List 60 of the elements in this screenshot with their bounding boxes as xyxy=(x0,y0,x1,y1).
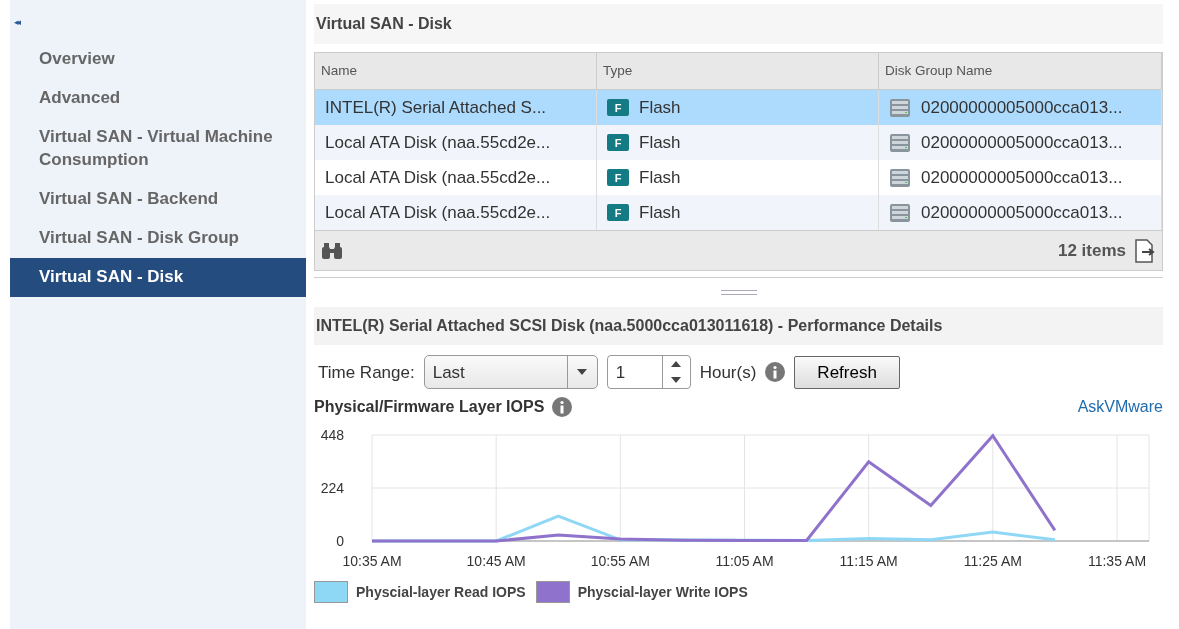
disk-group-icon xyxy=(889,202,911,223)
x-tick-label: 10:55 AM xyxy=(590,553,650,570)
up-arrow-icon[interactable] xyxy=(671,361,682,368)
y-tick-label: 448 xyxy=(320,427,344,444)
chart-title: Physical/Firmware Layer IOPS xyxy=(314,397,545,418)
x-tick-label: 11:05 AM xyxy=(715,553,774,570)
info-icon[interactable] xyxy=(765,362,786,383)
table-cell-text: 02000000005000cca013... xyxy=(921,202,1123,224)
sidebar-item[interactable]: Advanced xyxy=(10,78,306,118)
x-tick-label: 10:35 AM xyxy=(342,553,402,570)
table-row[interactable]: INTEL(R) Serial Attached S... F Flash 02000000005000cca013... xyxy=(315,90,1162,126)
legend-label: Physcial-layer Write IOPS xyxy=(577,582,748,602)
flash-icon: F xyxy=(607,169,629,187)
splitter-handle[interactable] xyxy=(720,289,757,296)
amount-spinner[interactable]: 1 xyxy=(606,355,691,390)
disk-group-icon xyxy=(889,132,911,153)
y-tick-label: 0 xyxy=(336,533,344,550)
table-cell-text: Flash xyxy=(639,167,681,189)
askvmware-link[interactable]: AskVMware xyxy=(1077,395,1163,420)
flash-icon: F xyxy=(607,134,629,152)
sidebar-item[interactable]: Virtual SAN - Virtual Machine Consumption xyxy=(10,117,306,180)
sidebar-item[interactable]: Virtual SAN - Backend xyxy=(10,179,306,219)
sidebar-item[interactable]: Virtual SAN - Disk Group xyxy=(10,218,306,258)
details-title: INTEL(R) Serial Attached SCSI Disk (naa.5000cca013011618) - Performance Details xyxy=(314,307,1163,346)
table-cell-text: 02000000005000cca013... xyxy=(921,97,1123,119)
x-tick-label: 11:25 AM xyxy=(963,553,1022,570)
disk-group-icon xyxy=(889,97,911,118)
time-range-label: Time Range: xyxy=(318,361,415,384)
panel-title: Virtual SAN - Disk xyxy=(314,4,1163,44)
sidebar-item[interactable]: Virtual SAN - Disk xyxy=(10,257,306,297)
unit-label: Hour(s) xyxy=(699,361,757,384)
y-tick-label: 224 xyxy=(320,480,344,497)
binoculars-icon[interactable] xyxy=(321,241,343,260)
legend-label: Physcial-layer Read IOPS xyxy=(356,582,526,602)
table-cell-text: 02000000005000cca013... xyxy=(921,132,1123,154)
disk-group-icon xyxy=(889,167,911,188)
x-tick-label: 10:45 AM xyxy=(466,553,526,570)
column-header[interactable]: Type xyxy=(597,53,879,91)
table-row[interactable]: Local ATA Disk (naa.55cd2e... F Flash 02000000005000cca013... xyxy=(315,195,1162,231)
x-tick-label: 11:35 AM xyxy=(1087,553,1147,570)
table-cell-text: Flash xyxy=(639,202,681,224)
info-icon[interactable] xyxy=(552,397,573,418)
refresh-button[interactable]: Refresh xyxy=(794,355,900,389)
flash-icon: F xyxy=(607,204,629,222)
column-header[interactable]: Name xyxy=(315,53,597,91)
sidebar-item[interactable]: Overview xyxy=(10,40,306,79)
table-cell-text: 02000000005000cca013... xyxy=(921,167,1123,189)
collapse-button[interactable]: ◂◂ xyxy=(14,16,20,30)
caret-icon xyxy=(577,369,588,376)
export-icon[interactable] xyxy=(1134,238,1156,263)
time-range-select[interactable]: Last xyxy=(423,355,598,390)
flash-icon: F xyxy=(607,99,629,117)
table-cell-text: Flash xyxy=(639,132,681,154)
table-row[interactable]: Local ATA Disk (naa.55cd2e... F Flash 02000000005000cca013... xyxy=(315,125,1162,161)
down-arrow-icon[interactable] xyxy=(671,377,682,384)
table-cell: Local ATA Disk (naa.55cd2e... xyxy=(315,125,597,161)
table-cell-text: Flash xyxy=(639,97,681,119)
item-count: 12 items xyxy=(1057,240,1126,262)
x-tick-label: 11:15 AM xyxy=(839,553,898,570)
column-header[interactable]: Disk Group Name xyxy=(879,53,1162,91)
